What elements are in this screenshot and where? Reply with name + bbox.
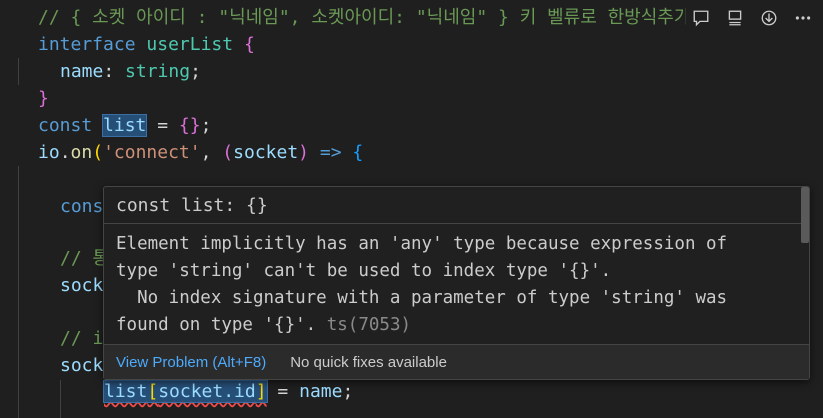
hover-signature: const list: {}: [116, 195, 268, 216]
code-line-3[interactable]: name: string;: [60, 58, 201, 85]
download-icon[interactable]: [754, 5, 784, 31]
indent-guide: [18, 58, 19, 85]
list-identifier[interactable]: list: [102, 114, 148, 137]
code-line-7[interactable]: cons: [60, 193, 103, 220]
code-line-1[interactable]: // { 소켓 아이디 : "닉네임", 소켓아이디: "닉네임" } 키 벨류…: [38, 4, 690, 31]
code-line-5[interactable]: const list = {};: [38, 112, 211, 139]
outline-icon[interactable]: [720, 5, 750, 31]
hover-divider: [104, 223, 809, 224]
view-problem-link[interactable]: View Problem (Alt+F8): [116, 354, 266, 371]
error-code: ts(7053): [326, 315, 412, 335]
error-list-identifier[interactable]: list[socket.id]: [103, 380, 268, 403]
indent-guide: [18, 166, 19, 418]
code-line-9[interactable]: sock: [60, 272, 103, 299]
hover-scrollbar[interactable]: [801, 187, 809, 243]
code-line-6[interactable]: io.on('connect', (socket) => {: [38, 139, 363, 166]
comment-icon[interactable]: [686, 5, 716, 31]
hover-status-bar: View Problem (Alt+F8) No quick fixes ava…: [104, 344, 809, 379]
more-icon[interactable]: [788, 5, 818, 31]
indent-guide: [60, 380, 61, 418]
code-line-12[interactable]: list[socket.id] = name;: [103, 378, 353, 405]
code-line-10[interactable]: // i: [60, 325, 103, 352]
code-line-8[interactable]: // 통: [60, 245, 109, 272]
code-line-11[interactable]: sock: [60, 352, 103, 379]
no-quick-fixes-text: No quick fixes available: [290, 353, 447, 371]
code-line-2[interactable]: interface userList {: [38, 31, 255, 58]
editor-actions-toolbar: [686, 4, 823, 32]
code-line-4[interactable]: }: [38, 85, 49, 112]
hover-message: Element implicitly has an 'any' type bec…: [116, 234, 728, 335]
hover-tooltip: const list: {} Element implicitly has an…: [103, 186, 810, 380]
